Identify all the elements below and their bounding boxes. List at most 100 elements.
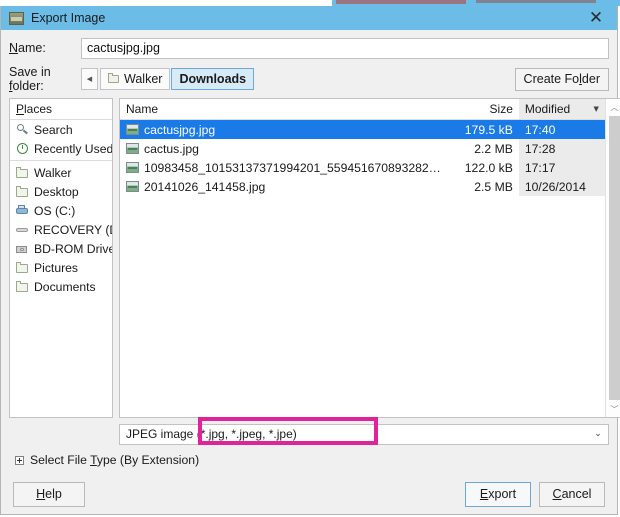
file-size-cell: 2.2 MB — [447, 139, 519, 158]
dialog-buttons: Help Export Cancel — [9, 472, 609, 516]
file-name-cell: cactus.jpg — [120, 139, 447, 158]
scroll-up-icon[interactable]: ︿ — [610, 99, 618, 115]
breadcrumb-item-walker[interactable]: Walker — [100, 68, 170, 90]
file-list-pane: Name Size Modified ▼ cactusjp — [119, 98, 620, 418]
table-row[interactable]: cactus.jpg 2.2 MB 17:28 — [120, 139, 605, 158]
column-header-size[interactable]: Size — [447, 99, 519, 119]
sidebar-item-walker[interactable]: Walker — [10, 163, 112, 182]
sidebar-item-label: Walker — [34, 166, 71, 180]
image-file-icon — [126, 124, 139, 135]
action-buttons: Export Cancel — [465, 482, 605, 507]
optical-drive-icon — [16, 242, 29, 255]
sidebar-item-pictures[interactable]: Pictures — [10, 258, 112, 277]
save-in-folder-label: Save in folder: — [9, 65, 81, 93]
file-size-cell: 2.5 MB — [447, 177, 519, 196]
folder-icon — [16, 185, 29, 198]
file-modified-cell: 17:28 — [519, 139, 605, 158]
breadcrumb-item-downloads[interactable]: Downloads — [171, 68, 254, 90]
breadcrumb: ◀ Walker Downloads — [81, 68, 255, 90]
table-row[interactable]: cactusjpg.jpg 179.5 kB 17:40 — [120, 120, 605, 139]
chevron-down-icon[interactable]: ⌄ — [588, 425, 608, 444]
sidebar-item-bd-rom[interactable]: BD-ROM Drive (... — [10, 239, 112, 258]
file-size-cell: 122.0 kB — [447, 158, 519, 177]
help-button[interactable]: Help — [13, 482, 85, 507]
sidebar-item-label: OS (C:) — [34, 204, 75, 218]
column-header-modified-label: Modified — [525, 102, 570, 116]
background-text-right — [476, 0, 596, 3]
file-name-label: cactus.jpg — [144, 142, 199, 156]
name-row: Name: — [9, 32, 609, 64]
file-list-scrollbar[interactable]: ︿ ﹀ — [605, 99, 620, 417]
sidebar-item-label: Desktop — [34, 185, 79, 199]
places-header: Places — [10, 99, 112, 120]
hard-drive-icon — [16, 204, 29, 217]
sidebar-item-label: Search — [34, 123, 73, 137]
file-name-label: 20141026_141458.jpg — [144, 180, 265, 194]
file-type-dropdown[interactable]: JPEG image (*.jpg, *.jpeg, *.jpe) ⌄ — [119, 424, 609, 445]
file-type-selected-label: JPEG image (*.jpg, *.jpeg, *.jpe) — [126, 427, 297, 441]
name-input[interactable] — [81, 38, 609, 59]
folder-icon — [16, 280, 29, 293]
disk-drive-icon — [16, 223, 29, 236]
file-list-rows: cactusjpg.jpg 179.5 kB 17:40 cactus.jpg — [120, 120, 605, 417]
sidebar-item-label: Recently Used — [34, 142, 112, 156]
file-name-cell: cactusjpg.jpg — [120, 120, 447, 139]
column-header-modified[interactable]: Modified ▼ — [519, 99, 605, 119]
sidebar-item-label: RECOVERY (D:) — [34, 223, 112, 237]
breadcrumb-label: Downloads — [179, 72, 246, 86]
scrollbar-track[interactable] — [609, 116, 620, 400]
folder-icon — [108, 75, 120, 84]
dialog-body: Name: Save in folder: ◀ Walker Downloads… — [1, 32, 617, 516]
sidebar-item-documents[interactable]: Documents — [10, 277, 112, 296]
scroll-down-icon[interactable]: ﹀ — [610, 401, 618, 417]
file-name-cell: 20141026_141458.jpg — [120, 177, 447, 196]
sidebar-item-recently-used[interactable]: Recently Used — [10, 139, 112, 158]
sort-descending-icon: ▼ — [593, 105, 598, 113]
close-icon[interactable]: ✕ — [575, 6, 617, 30]
file-list-inner: Name Size Modified ▼ cactusjp — [120, 99, 620, 417]
file-modified-cell: 17:40 — [519, 120, 605, 139]
select-file-type-label: Select File Type (By Extension) — [30, 453, 199, 467]
create-folder-button[interactable]: Create Folder — [515, 68, 609, 91]
sidebar-item-recovery-d[interactable]: RECOVERY (D:) — [10, 220, 112, 239]
sidebar-item-label: Documents — [34, 280, 96, 294]
image-file-icon — [126, 143, 139, 154]
sidebar-item-os-c[interactable]: OS (C:) — [10, 201, 112, 220]
file-size-cell: 179.5 kB — [447, 120, 519, 139]
sidebar-item-label: Pictures — [34, 261, 78, 275]
title-bar: Export Image ✕ — [1, 6, 617, 30]
file-list-header: Name Size Modified ▼ — [120, 99, 605, 120]
export-button[interactable]: Export — [465, 482, 531, 507]
image-file-icon — [9, 12, 24, 25]
sidebar-item-search[interactable]: Search — [10, 120, 112, 139]
file-name-label: 10983458_10153137371994201_5594516708932… — [144, 161, 441, 175]
divider — [10, 160, 112, 161]
main-panes: Places Search Recently Used Walker — [9, 98, 609, 418]
image-file-icon — [126, 181, 139, 192]
sidebar-item-desktop[interactable]: Desktop — [10, 182, 112, 201]
expand-plus-icon[interactable] — [15, 456, 24, 465]
image-file-icon — [126, 162, 139, 173]
recent-clock-icon — [16, 142, 29, 155]
folder-icon — [16, 261, 29, 274]
places-sidebar: Places Search Recently Used Walker — [9, 98, 113, 418]
file-name-label: cactusjpg.jpg — [144, 123, 215, 137]
name-label: Name: — [9, 41, 81, 55]
select-file-type-expander[interactable]: Select File Type (By Extension) — [9, 448, 609, 472]
table-row[interactable]: 10983458_10153137371994201_5594516708932… — [120, 158, 605, 177]
table-row[interactable]: 20141026_141458.jpg 2.5 MB 10/26/2014 — [120, 177, 605, 196]
save-in-folder-row: Save in folder: ◀ Walker Downloads Creat… — [9, 64, 609, 94]
sidebar-item-label: BD-ROM Drive (... — [34, 242, 112, 256]
cancel-button[interactable]: Cancel — [539, 482, 605, 507]
search-icon — [16, 123, 29, 136]
places-list: Search Recently Used Walker Desktop — [10, 120, 112, 417]
background-text-left — [336, 0, 466, 4]
breadcrumb-label: Walker — [124, 72, 162, 86]
window-title: Export Image — [31, 11, 105, 25]
file-name-cell: 10983458_10153137371994201_5594516708932… — [120, 158, 447, 177]
column-header-name[interactable]: Name — [120, 99, 447, 119]
folder-icon — [16, 166, 29, 179]
file-type-row: JPEG image (*.jpg, *.jpeg, *.jpe) ⌄ — [9, 420, 609, 448]
file-modified-cell: 10/26/2014 — [519, 177, 605, 196]
breadcrumb-back-button[interactable]: ◀ — [81, 68, 98, 90]
